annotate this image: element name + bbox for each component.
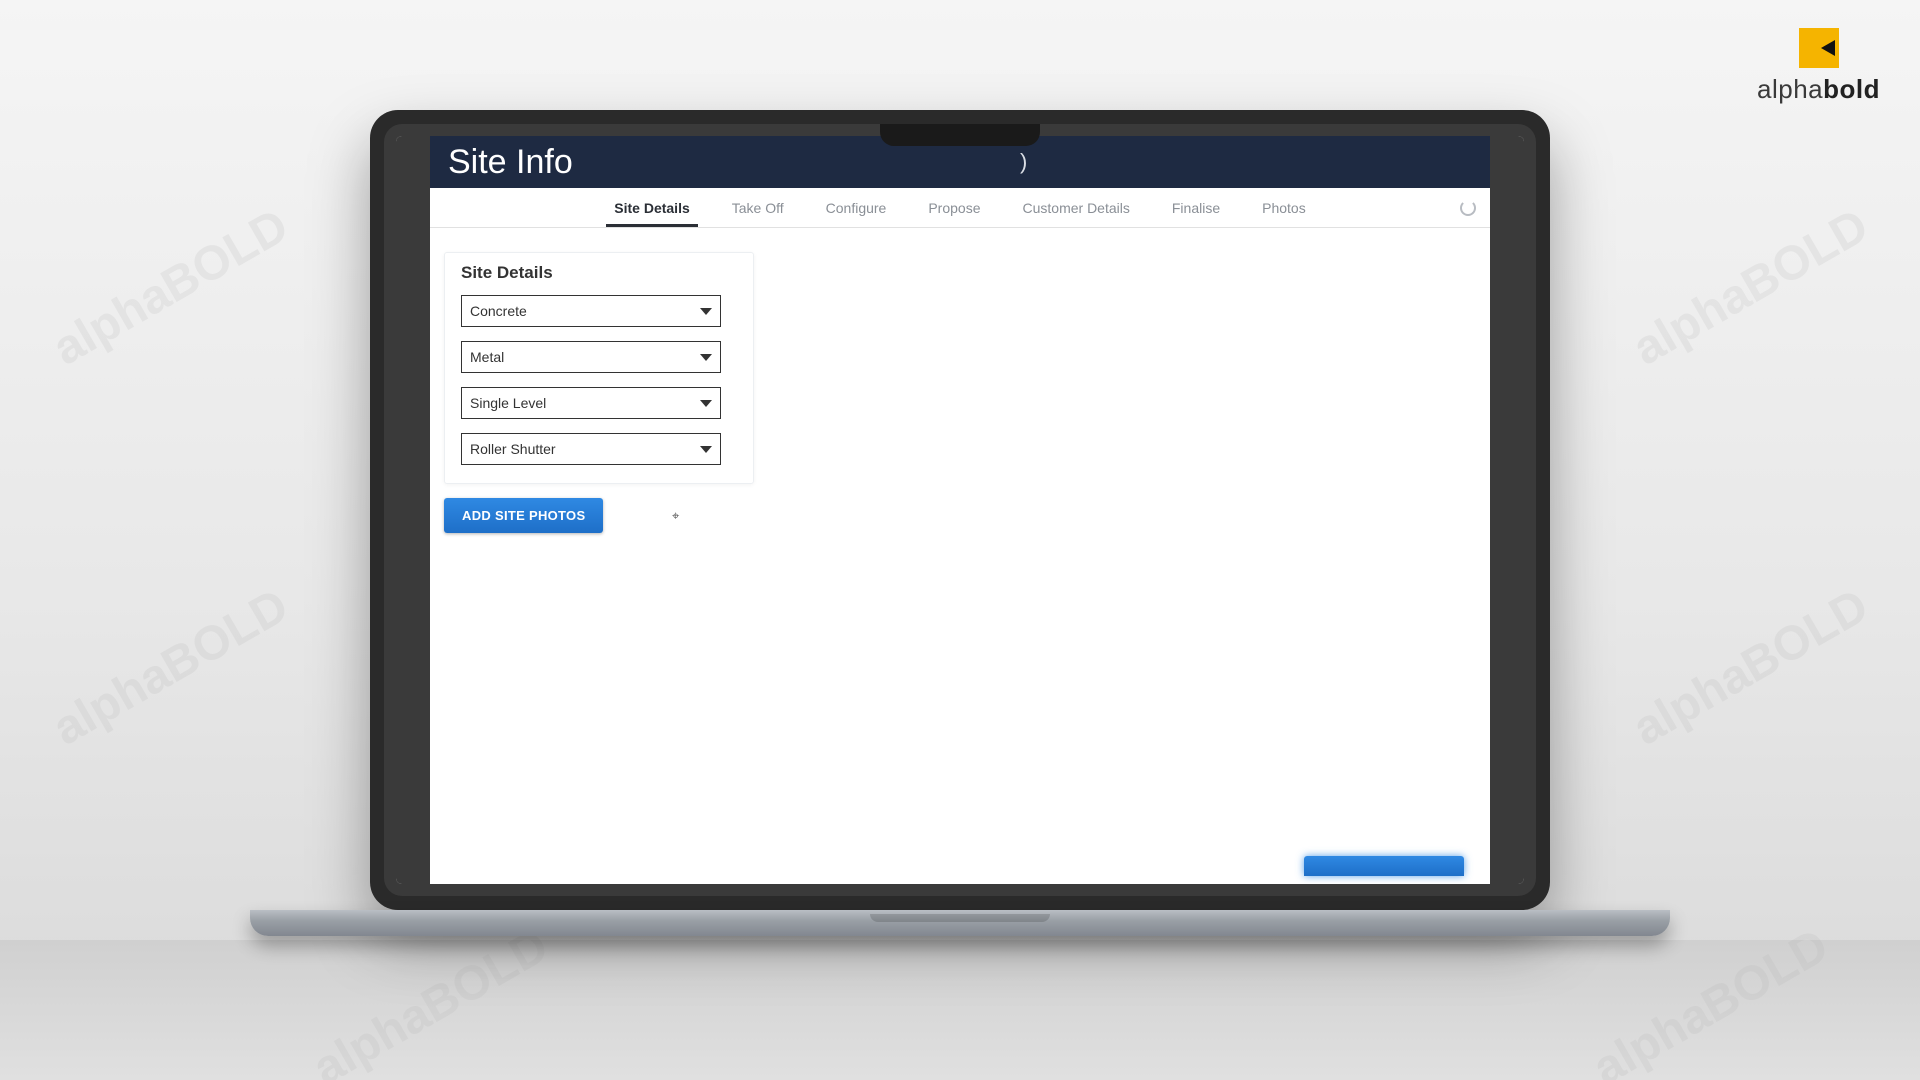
tabs-bar: Site Details Take Off Configure Propose … xyxy=(430,188,1490,228)
next-step-button[interactable] xyxy=(1304,856,1464,876)
chevron-down-icon xyxy=(700,308,712,315)
brand-wordmark: alphabold xyxy=(1757,74,1880,105)
select-floor-type[interactable]: Concrete xyxy=(461,295,721,327)
site-details-card: Site Details Concrete Metal Single Level xyxy=(444,252,754,484)
tab-photos[interactable]: Photos xyxy=(1258,190,1310,226)
chevron-down-icon xyxy=(700,354,712,361)
laptop-hinge xyxy=(250,910,1670,936)
select-building-level[interactable]: Single Level xyxy=(461,387,721,419)
tab-finalise[interactable]: Finalise xyxy=(1168,190,1224,226)
add-site-photos-button[interactable]: ADD SITE PHOTOS xyxy=(444,498,603,533)
watermark: alphaBOLD xyxy=(44,198,298,376)
page-title: Site Info xyxy=(448,143,573,182)
tab-site-details[interactable]: Site Details xyxy=(610,190,693,226)
section-heading: Site Details xyxy=(461,263,737,283)
select-value: Roller Shutter xyxy=(470,441,556,457)
watermark: alphaBOLD xyxy=(1624,198,1878,376)
brand-mark-icon xyxy=(1799,28,1839,68)
laptop-notch xyxy=(880,124,1040,146)
chevron-down-icon xyxy=(700,400,712,407)
select-roof-type[interactable]: Metal xyxy=(461,341,721,373)
watermark: alphaBOLD xyxy=(1624,578,1878,756)
tab-configure[interactable]: Configure xyxy=(822,190,891,226)
select-value: Metal xyxy=(470,349,504,365)
watermark: alphaBOLD xyxy=(44,578,298,756)
select-value: Single Level xyxy=(470,395,546,411)
tab-propose[interactable]: Propose xyxy=(924,190,984,226)
select-door-type[interactable]: Roller Shutter xyxy=(461,433,721,465)
loading-spinner-icon xyxy=(1460,200,1476,216)
floor xyxy=(0,940,1920,1080)
select-value: Concrete xyxy=(470,303,527,319)
page-title-suffix: ) xyxy=(1020,149,1027,175)
laptop-mockup: Site Info ) Site Details Take Off Config… xyxy=(370,110,1550,936)
tab-take-off[interactable]: Take Off xyxy=(728,190,788,226)
chevron-down-icon xyxy=(700,446,712,453)
brand-logo: alphabold xyxy=(1757,28,1880,105)
mouse-cursor-icon: ⌖ xyxy=(672,508,679,524)
tab-customer-details[interactable]: Customer Details xyxy=(1019,190,1134,226)
